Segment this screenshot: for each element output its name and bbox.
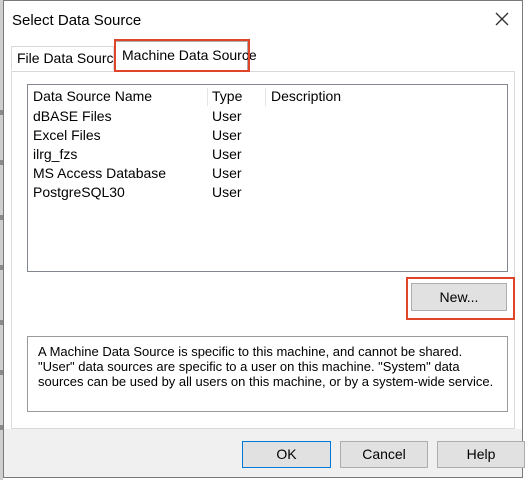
dialog-title: Select Data Source [12,12,142,29]
close-icon[interactable] [490,7,514,31]
help-button[interactable]: Help [437,441,525,468]
column-header-name[interactable]: Data Source Name [33,88,152,104]
tab-machine-data-source[interactable]: Machine Data Source [114,41,257,72]
row-name: MS Access Database [33,165,167,181]
column-divider[interactable] [207,88,208,106]
row-type: User [212,127,242,143]
row-type: User [212,146,242,162]
cancel-button[interactable]: Cancel [340,441,428,468]
table-row[interactable]: ilrg_fzs User [28,145,507,164]
row-name: PostgreSQL30 [33,184,125,200]
row-name: ilrg_fzs [33,146,78,162]
column-header-type[interactable]: Type [212,88,242,104]
column-divider[interactable] [265,88,266,106]
description-box: A Machine Data Source is specific to thi… [27,336,508,412]
select-data-source-dialog: Select Data Source File Data Source Mach… [3,0,525,478]
ok-button[interactable]: OK [242,441,331,468]
row-type: User [212,184,242,200]
table-row[interactable]: Excel Files User [28,126,507,145]
data-source-list[interactable]: Data Source Name Type Description dBASE … [27,84,508,272]
row-type: User [212,165,242,181]
row-name: dBASE Files [33,108,112,124]
table-row[interactable]: PostgreSQL30 User [28,183,507,202]
new-button[interactable]: New... [411,283,507,311]
row-name: Excel Files [33,127,101,143]
table-row[interactable]: MS Access Database User [28,164,507,183]
tab-file-data-source[interactable]: File Data Source [11,46,121,70]
table-row[interactable]: dBASE Files User [28,107,507,126]
row-type: User [212,108,242,124]
column-header-description[interactable]: Description [271,88,341,104]
